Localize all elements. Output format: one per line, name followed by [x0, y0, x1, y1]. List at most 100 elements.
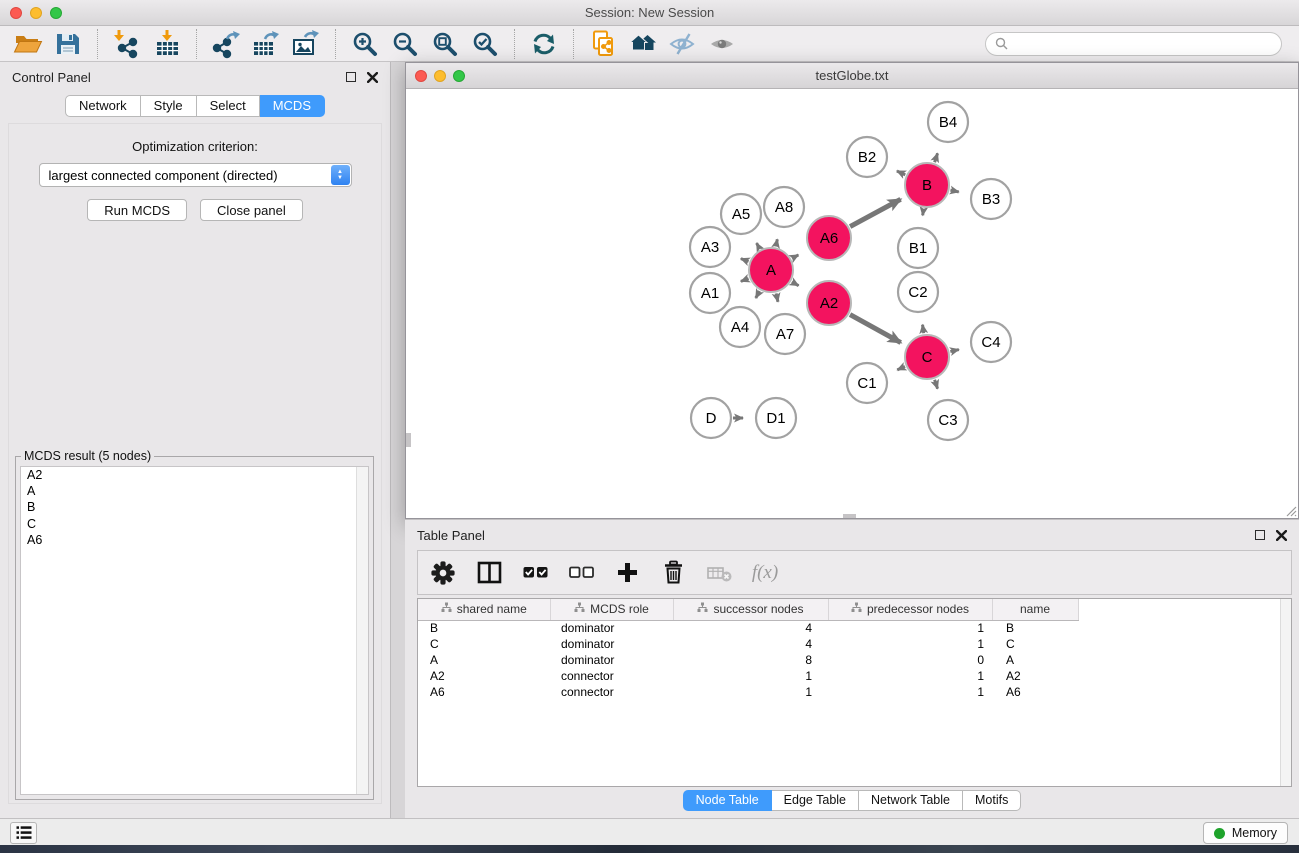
graph-node-A3[interactable]: A3 [690, 227, 730, 267]
table-cell[interactable]: 1 [673, 684, 828, 700]
close-window-button[interactable] [10, 7, 22, 19]
table-cell[interactable]: A2 [418, 668, 550, 684]
import-network-button[interactable] [109, 28, 145, 60]
graph-node-C2[interactable]: C2 [898, 272, 938, 312]
graph-node-B2[interactable]: B2 [847, 137, 887, 177]
graph-edge-C-C2[interactable] [923, 325, 924, 334]
export-image-button[interactable] [288, 28, 324, 60]
table-row[interactable]: Adominator80A [418, 652, 1291, 668]
table-cell[interactable]: 4 [673, 636, 828, 652]
mcds-result-item[interactable]: A [21, 483, 368, 499]
graph-edge-A-A3[interactable] [741, 259, 749, 262]
tab-network-table[interactable]: Network Table [859, 790, 963, 811]
mcds-result-item[interactable]: C [21, 516, 368, 532]
graph-edge-A6-B[interactable] [850, 199, 901, 226]
table-cell[interactable]: A [992, 652, 1078, 668]
bottom-divider-grip[interactable] [843, 514, 856, 518]
table-row[interactable]: A6connector11A6 [418, 684, 1291, 700]
tab-mcds[interactable]: MCDS [260, 95, 325, 117]
table-cell[interactable]: C [992, 636, 1078, 652]
table-cell[interactable]: 4 [673, 620, 828, 636]
zoom-window-button[interactable] [50, 7, 62, 19]
tab-select[interactable]: Select [197, 95, 260, 117]
table-cell[interactable]: 1 [828, 684, 992, 700]
column-header-successor-nodes[interactable]: successor nodes [673, 599, 828, 620]
memory-button[interactable]: Memory [1203, 822, 1288, 844]
panel-divider-grip[interactable] [406, 433, 411, 447]
table-cell[interactable]: B [418, 620, 550, 636]
graph-node-A5[interactable]: A5 [721, 194, 761, 234]
graph-node-A8[interactable]: A8 [764, 187, 804, 227]
zoom-selected-button[interactable] [467, 28, 503, 60]
mcds-result-item[interactable]: A6 [21, 532, 368, 548]
deselect-all-button[interactable] [564, 555, 598, 591]
graph-node-D1[interactable]: D1 [756, 398, 796, 438]
graph-edge-B-B4[interactable] [935, 153, 938, 162]
show-all-button[interactable] [705, 28, 741, 60]
graph-edge-A-A4[interactable] [756, 291, 760, 298]
graph-node-A7[interactable]: A7 [765, 314, 805, 354]
table-cell[interactable]: C [418, 636, 550, 652]
add-column-button[interactable] [610, 555, 644, 591]
table-cell[interactable]: dominator [550, 636, 673, 652]
graph-edge-C-C1[interactable] [897, 367, 905, 370]
table-cell[interactable]: 1 [828, 636, 992, 652]
table-row[interactable]: Cdominator41C [418, 636, 1291, 652]
zoom-fit-button[interactable] [427, 28, 463, 60]
table-cell[interactable]: 1 [828, 668, 992, 684]
table-cell[interactable]: A2 [992, 668, 1078, 684]
graph-node-A2[interactable]: A2 [807, 281, 851, 325]
graph-edge-A-A5[interactable] [757, 243, 760, 249]
delete-column-button[interactable] [656, 555, 690, 591]
column-header-predecessor-nodes[interactable]: predecessor nodes [828, 599, 992, 620]
graph-edge-A-A2[interactable] [792, 282, 799, 286]
graph-node-C3[interactable]: C3 [928, 400, 968, 440]
table-settings-button[interactable] [426, 555, 460, 591]
table-cell[interactable]: 0 [828, 652, 992, 668]
table-cell[interactable]: connector [550, 668, 673, 684]
tab-style[interactable]: Style [141, 95, 197, 117]
graph-edge-C-C4[interactable] [950, 350, 959, 352]
graph-node-A4[interactable]: A4 [720, 307, 760, 347]
table-cell[interactable]: 8 [673, 652, 828, 668]
close-panel-icon[interactable] [367, 72, 378, 83]
close-panel-button[interactable]: Close panel [200, 199, 303, 221]
graph-node-A[interactable]: A [749, 248, 793, 292]
column-header-name[interactable]: name [992, 599, 1078, 620]
table-cell[interactable]: dominator [550, 620, 673, 636]
table-cell[interactable]: dominator [550, 652, 673, 668]
run-mcds-button[interactable]: Run MCDS [87, 199, 187, 221]
column-header-mcds-role[interactable]: MCDS role [550, 599, 673, 620]
graph-edge-A-A8[interactable] [776, 239, 777, 246]
table-cell[interactable]: B [992, 620, 1078, 636]
export-table-button[interactable] [248, 28, 284, 60]
task-history-button[interactable] [10, 822, 37, 844]
tab-node-table[interactable]: Node Table [683, 790, 772, 811]
graph-edge-B-B2[interactable] [897, 171, 905, 175]
zoom-in-button[interactable] [347, 28, 383, 60]
mcds-result-item[interactable]: A2 [21, 467, 368, 483]
save-session-button[interactable] [50, 28, 86, 60]
hide-selected-button[interactable] [665, 28, 701, 60]
graph-edge-A2-C[interactable] [850, 315, 901, 343]
graph-node-A6[interactable]: A6 [807, 216, 851, 260]
mcds-result-item[interactable]: B [21, 499, 368, 515]
graph-edge-A-A6[interactable] [792, 255, 798, 258]
close-table-panel-icon[interactable] [1276, 530, 1287, 541]
graph-node-B[interactable]: B [905, 163, 949, 207]
graph-node-C[interactable]: C [905, 335, 949, 379]
graph-node-C4[interactable]: C4 [971, 322, 1011, 362]
tab-edge-table[interactable]: Edge Table [772, 790, 859, 811]
search-input[interactable] [1013, 37, 1272, 51]
optimization-criterion-select[interactable]: largest connected component (directed) ▲… [39, 163, 352, 187]
table-row[interactable]: Bdominator41B [418, 620, 1291, 636]
export-network-button[interactable] [208, 28, 244, 60]
float-table-panel-icon[interactable] [1255, 530, 1265, 540]
network-canvas[interactable]: B4B2BB3A8A5A6A3B1AA1C2A2A4A7C4CC1DD1C3 [406, 89, 1298, 518]
graph-node-B4[interactable]: B4 [928, 102, 968, 142]
apply-layout-button[interactable] [526, 28, 562, 60]
table-row[interactable]: A2connector11A2 [418, 668, 1291, 684]
graph-node-C1[interactable]: C1 [847, 363, 887, 403]
graph-node-B3[interactable]: B3 [971, 179, 1011, 219]
float-panel-icon[interactable] [346, 72, 356, 82]
